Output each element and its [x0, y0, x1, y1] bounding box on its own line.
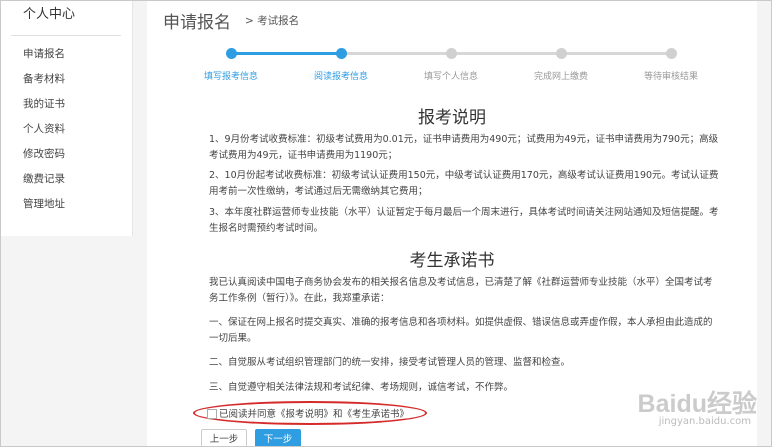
main-content: 申请报名 > 考试报名 填写报考信息 阅读报考信息 填写个人信息 完成网上缴费 …	[147, 1, 757, 446]
sidebar-item-apply[interactable]: 申请报名	[23, 46, 65, 71]
notice-title: 报考说明	[418, 108, 486, 128]
step-label-2: 阅读报考信息	[313, 72, 368, 82]
pledge-paragraph-1: 我已认真阅读中国电子商务协会发布的相关报名信息及考试信息，已清楚了解《社群运营师…	[209, 277, 713, 304]
notice-paragraph-1: 1、9月份考试收费标准：初级考试费用为0.01元，证书申请费用为490元；试费用…	[209, 134, 719, 161]
sidebar-menu: 申请报名 备考材料 我的证书 个人资料 修改密码 缴费记录 管理地址	[23, 46, 65, 221]
agree-label[interactable]: 已阅读并同意《报考说明》和《考生承诺书》	[219, 406, 409, 420]
sidebar: 个人中心 申请报名 备考材料 我的证书 个人资料 修改密码 缴费记录 管理地址	[1, 1, 133, 236]
step-dot-5	[666, 48, 677, 59]
pledge-paragraph-3: 二、自觉服从考试组织管理部门的统一安排，接受考试管理人员的管理、监督和检查。	[209, 357, 571, 368]
page-title: 申请报名	[163, 13, 231, 33]
notice-paragraph-3: 3、本年度社群运营师专业技能（水平）认证暂定于每月最后一个周末进行，具体考试时间…	[209, 207, 719, 234]
progress-steps: 填写报考信息 阅读报考信息 填写个人信息 完成网上缴费 等待审核结果	[182, 41, 698, 82]
agree-row[interactable]: 已阅读并同意《报考说明》和《考生承诺书》	[193, 401, 427, 425]
sidebar-item-materials[interactable]: 备考材料	[23, 71, 65, 96]
step-label-3: 填写个人信息	[423, 72, 478, 82]
step-track-1	[231, 52, 341, 55]
watermark-logo: Baidu经验	[637, 390, 757, 418]
step-dot-4	[556, 48, 567, 59]
sidebar-item-password[interactable]: 修改密码	[23, 146, 65, 171]
step-dot-2	[336, 48, 347, 59]
pledge-title: 考生承诺书	[409, 251, 495, 271]
sidebar-item-address[interactable]: 管理地址	[23, 196, 65, 221]
window-frame: 个人中心 申请报名 备考材料 我的证书 个人资料 修改密码 缴费记录 管理地址 …	[0, 0, 772, 447]
sidebar-divider	[11, 35, 121, 36]
notice-paragraph-2: 2、10月份起考试收费标准：初级考试认证费用150元，中级考试认证费用170元，…	[209, 170, 719, 197]
agree-checkbox[interactable]	[207, 409, 217, 419]
step-dot-1	[226, 48, 237, 59]
sidebar-item-profile[interactable]: 个人资料	[23, 121, 65, 146]
step-label-1: 填写报考信息	[203, 72, 258, 82]
prev-step-button[interactable]: 上一步	[201, 429, 247, 446]
step-label-4: 完成网上缴费	[533, 72, 588, 82]
sidebar-item-certificates[interactable]: 我的证书	[23, 96, 65, 121]
step-track-rest	[341, 52, 671, 55]
step-label-5: 等待审核结果	[643, 72, 698, 82]
sidebar-item-payments[interactable]: 缴费记录	[23, 171, 65, 196]
sidebar-title: 个人中心	[23, 7, 76, 22]
step-dot-3	[446, 48, 457, 59]
pledge-paragraph-2: 一、保证在网上报名时提交真实、准确的报考信息和各项材料。如提供虚假、错误信息或弄…	[209, 317, 713, 344]
next-step-button[interactable]: 下一步	[255, 429, 301, 446]
watermark: Baidu经验 jingyan.baidu.com	[607, 384, 757, 434]
breadcrumb: > 考试报名	[245, 15, 300, 27]
watermark-url: jingyan.baidu.com	[658, 416, 751, 427]
